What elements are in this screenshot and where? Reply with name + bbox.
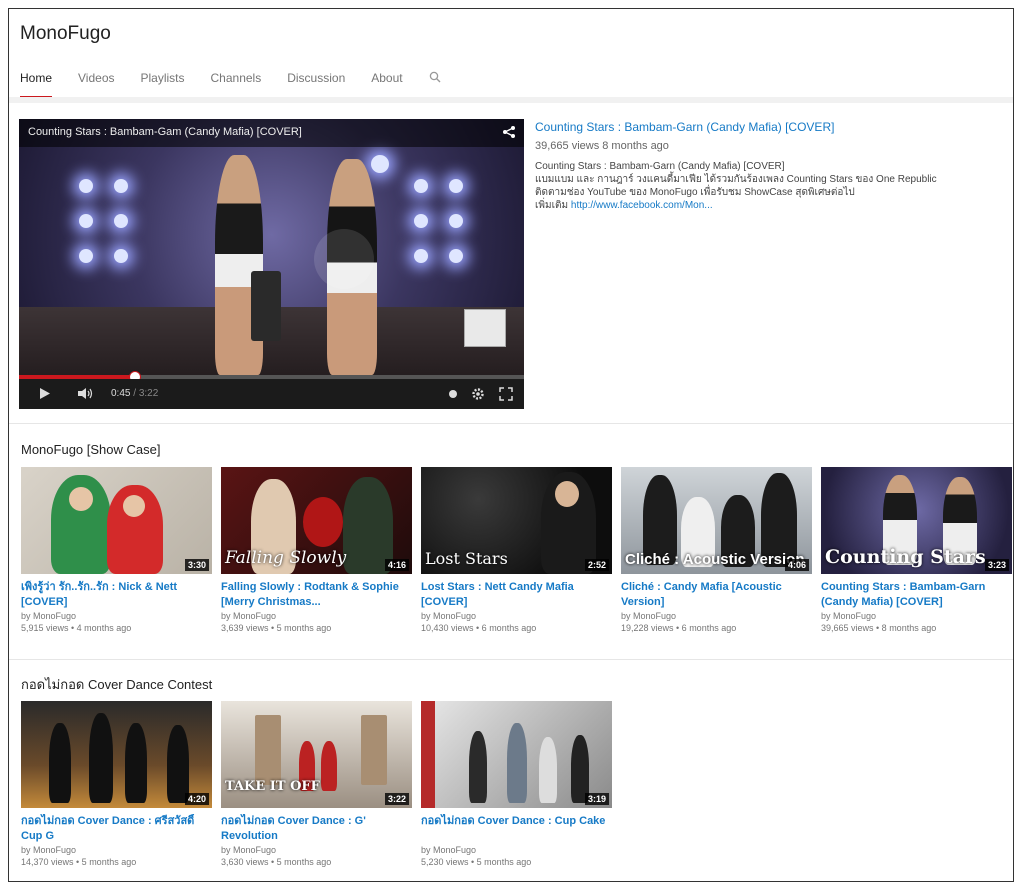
video-card: Counting Stars 3:23 Counting Stars : Bam… — [821, 467, 1012, 634]
video-duration: 3:19 — [584, 793, 609, 805]
video-title[interactable]: กอดไม่กอด Cover Dance : Cup Cake — [421, 814, 612, 844]
video-duration: 2:52 — [584, 559, 609, 571]
video-meta: 5,915 views • 4 months ago — [21, 623, 132, 633]
video-card: Falling Slowly 4:16 Falling Slowly : Rod… — [221, 467, 412, 634]
video-meta: 5,230 views • 5 months ago — [421, 857, 532, 867]
annotations-icon[interactable] — [447, 387, 459, 405]
settings-icon[interactable] — [471, 387, 485, 406]
description-line: ติดตามช่อง YouTube ของ MonoFugo เพื่อรับ… — [535, 187, 855, 198]
tab-playlists[interactable]: Playlists — [141, 69, 185, 99]
video-meta: 3,639 views • 5 months ago — [221, 623, 332, 633]
description-line: แบมแบม และ กานฎาร์ วงแคนดี้มาเฟีย ได้รวม… — [535, 174, 937, 185]
channel-name: MonoFugo — [20, 23, 111, 44]
featured-video-meta: 39,665 views 8 months ago — [535, 140, 669, 152]
video-channel[interactable]: by MonoFugo — [821, 610, 1012, 622]
video-duration: 4:06 — [784, 559, 809, 571]
section-title-dance-contest[interactable]: กอดไม่กอด Cover Dance Contest — [21, 674, 212, 695]
player-title[interactable]: Counting Stars : Bambam-Gam (Candy Mafia… — [28, 126, 302, 138]
video-duration: 3:30 — [184, 559, 209, 571]
video-thumbnail[interactable]: Falling Slowly 4:16 — [221, 467, 412, 574]
section-divider — [9, 423, 1013, 424]
thumbnail-text: Falling Slowly — [225, 548, 347, 568]
video-channel[interactable]: by MonoFugo — [621, 610, 812, 622]
featured-video-player[interactable]: Counting Stars : Bambam-Gam (Candy Mafia… — [19, 119, 524, 409]
video-channel[interactable]: by MonoFugo — [421, 844, 612, 856]
volume-icon[interactable] — [77, 387, 95, 405]
thumbnail-text: TAKE IT OFF — [225, 779, 320, 794]
video-duration: 4:20 — [184, 793, 209, 805]
channel-page: MonoFugo Home Videos Playlists Channels … — [8, 8, 1014, 882]
video-title[interactable]: Cliché : Candy Mafia [Acoustic Version] — [621, 580, 812, 610]
video-thumbnail[interactable]: Cliché : Acoustic Version 4:06 — [621, 467, 812, 574]
video-meta: 3,630 views • 5 months ago — [221, 857, 332, 867]
video-thumbnail[interactable]: Lost Stars 2:52 — [421, 467, 612, 574]
description-more: เพิ่มเติม — [535, 200, 569, 211]
video-title[interactable]: กอดไม่กอด Cover Dance : G' Revolution — [221, 814, 412, 844]
tab-home[interactable]: Home — [20, 69, 53, 99]
video-thumbnail[interactable]: Counting Stars 3:23 — [821, 467, 1012, 574]
video-channel[interactable]: by MonoFugo — [21, 610, 212, 622]
video-title[interactable]: เพิ่งรู้ว่า รัก..รัก..รัก : Nick & Nett … — [21, 580, 212, 610]
video-frame — [19, 119, 524, 409]
tab-videos[interactable]: Videos — [78, 69, 114, 99]
video-meta: 14,370 views • 5 months ago — [21, 857, 137, 867]
fullscreen-icon[interactable] — [499, 387, 513, 406]
video-card: Cliché : Acoustic Version 4:06 Cliché : … — [621, 467, 812, 634]
share-icon[interactable] — [502, 125, 516, 144]
description-line: Counting Stars : Bambam-Garn (Candy Mafi… — [535, 161, 785, 172]
video-card: Lost Stars 2:52 Lost Stars : Nett Candy … — [421, 467, 612, 634]
video-card: 3:30 เพิ่งรู้ว่า รัก..รัก..รัก : Nick & … — [21, 467, 212, 634]
player-controls: 0:45 / 3:22 — [19, 379, 524, 409]
featured-video-description: Counting Stars : Bambam-Garn (Candy Mafi… — [535, 160, 1005, 212]
video-channel[interactable]: by MonoFugo — [221, 844, 412, 856]
video-duration: 3:23 — [984, 559, 1009, 571]
video-title[interactable]: Lost Stars : Nett Candy Mafia [COVER] — [421, 580, 612, 610]
video-thumbnail[interactable]: 3:19 — [421, 701, 612, 808]
time-display: 0:45 / 3:22 — [111, 388, 159, 399]
video-channel[interactable]: by MonoFugo — [21, 844, 212, 856]
thumbnail-text: Counting Stars — [825, 546, 986, 568]
video-channel[interactable]: by MonoFugo — [421, 610, 612, 622]
video-thumbnail[interactable]: 4:20 — [21, 701, 212, 808]
tab-discussion[interactable]: Discussion — [287, 69, 345, 99]
search-icon[interactable] — [429, 71, 442, 85]
tab-channels[interactable]: Channels — [211, 69, 262, 99]
video-card: 3:19 กอดไม่กอด Cover Dance : Cup Cake by… — [421, 701, 612, 868]
player-title-bar: Counting Stars : Bambam-Gam (Candy Mafia… — [19, 119, 524, 147]
description-link[interactable]: http://www.facebook.com/Mon... — [571, 200, 713, 211]
tabs-divider — [9, 97, 1013, 103]
total-time: 3:22 — [138, 388, 159, 399]
thumbnail-text: Cliché : Acoustic Version — [625, 551, 805, 568]
video-thumbnail[interactable]: TAKE IT OFF 3:22 — [221, 701, 412, 808]
video-channel[interactable]: by MonoFugo — [221, 610, 412, 622]
section-title-showcase[interactable]: MonoFugo [Show Case] — [21, 442, 160, 457]
video-meta: 10,430 views • 6 months ago — [421, 623, 537, 633]
video-title[interactable]: กอดไม่กอด Cover Dance : ศรีสวัสดิ์ Cup G — [21, 814, 212, 844]
video-duration: 3:22 — [384, 793, 409, 805]
video-title[interactable]: Counting Stars : Bambam-Garn (Candy Mafi… — [821, 580, 1012, 610]
channel-watermark[interactable] — [464, 309, 506, 347]
video-meta: 19,228 views • 6 months ago — [621, 623, 737, 633]
video-meta: 39,665 views • 8 months ago — [821, 623, 937, 633]
section-divider — [9, 659, 1013, 660]
description-line: เพิ่มเติม http://www.facebook.com/Mon... — [535, 199, 1005, 212]
shelf-showcase: 3:30 เพิ่งรู้ว่า รัก..รัก..รัก : Nick & … — [21, 467, 1013, 634]
play-icon[interactable] — [39, 387, 51, 405]
video-title[interactable]: Falling Slowly : Rodtank & Sophie [Merry… — [221, 580, 412, 610]
thumbnail-text: Lost Stars — [425, 549, 508, 568]
video-duration: 4:16 — [384, 559, 409, 571]
tab-about[interactable]: About — [371, 69, 402, 99]
current-time: 0:45 — [111, 388, 131, 399]
shelf-dance-contest: 4:20 กอดไม่กอด Cover Dance : ศรีสวัสดิ์ … — [21, 701, 621, 868]
featured-video-title[interactable]: Counting Stars : Bambam-Garn (Candy Mafi… — [535, 120, 834, 134]
video-thumbnail[interactable]: 3:30 — [21, 467, 212, 574]
video-card: 4:20 กอดไม่กอด Cover Dance : ศรีสวัสดิ์ … — [21, 701, 212, 868]
video-card: TAKE IT OFF 3:22 กอดไม่กอด Cover Dance :… — [221, 701, 412, 868]
